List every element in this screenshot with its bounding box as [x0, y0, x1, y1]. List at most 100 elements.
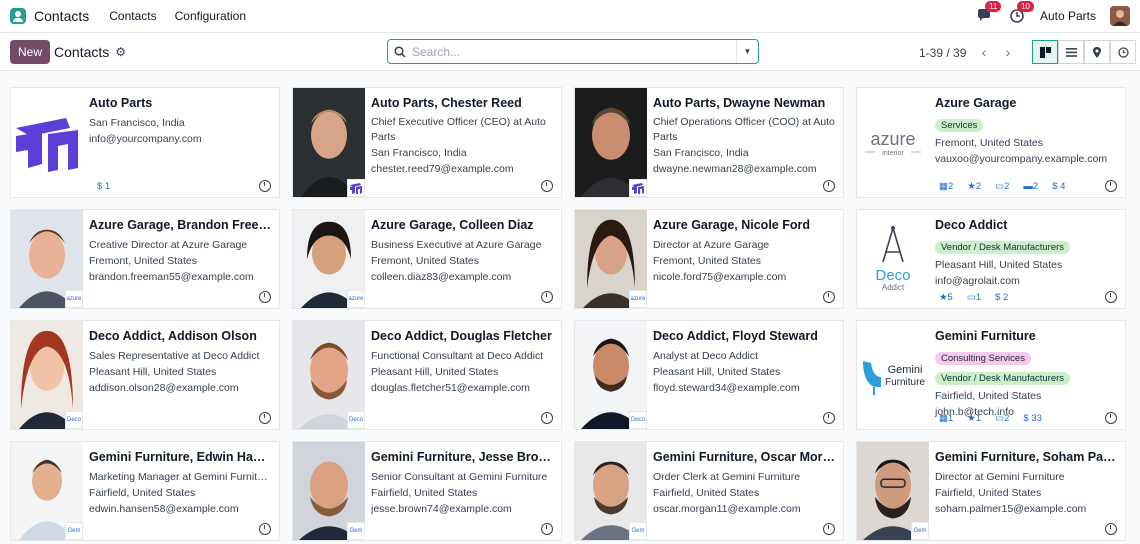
activity-clock-icon[interactable]: [823, 180, 835, 192]
menu-configuration[interactable]: Configuration: [175, 9, 246, 23]
card-location: Fairfield, United States: [653, 487, 760, 499]
invoices-stat[interactable]: ▭1: [967, 292, 981, 303]
invoices-stat[interactable]: ▭2: [995, 181, 1009, 192]
sales-stat[interactable]: $ 33: [1023, 413, 1042, 424]
gemini-logo-sub: Furniture: [885, 377, 925, 388]
app-title[interactable]: Contacts: [34, 8, 89, 24]
card-stats: ▦2 ★2 ▭2 ▬2 $ 4: [939, 181, 1117, 192]
activity-clock-icon[interactable]: [259, 291, 271, 303]
contact-card[interactable]: Gem Gemini Furniture, Edwin Hansen Marke…: [10, 441, 280, 541]
pager-previous-button[interactable]: ‹: [973, 42, 995, 62]
search-bar: ▼: [387, 39, 759, 64]
card-email: soham.palmer15@example.com: [935, 503, 1087, 515]
map-view-button[interactable]: [1084, 40, 1110, 64]
user-avatar[interactable]: [1110, 6, 1130, 26]
activity-clock-icon[interactable]: [1105, 291, 1117, 303]
contact-photo: [575, 88, 647, 197]
company-logo: Deco Addict: [857, 210, 929, 308]
messages-button[interactable]: 11: [976, 1, 1002, 25]
contact-card[interactable]: Auto Parts San Francisco, India info@you…: [10, 87, 280, 198]
contact-card[interactable]: Gem Gemini Furniture, Soham Palmer Direc…: [856, 441, 1126, 541]
company-badge-logo: [629, 179, 647, 197]
pager-value[interactable]: 1-39 / 39: [919, 46, 966, 60]
activity-clock-icon[interactable]: [541, 180, 553, 192]
card-email: info@yourcompany.com: [89, 133, 202, 145]
contact-card[interactable]: Auto Parts, Chester Reed Chief Executive…: [292, 87, 562, 198]
card-location: Pleasant Hill, United States: [935, 259, 1063, 271]
contact-card[interactable]: Gemini Furniture Gemini Furniture Consul…: [856, 320, 1126, 430]
contact-card[interactable]: Deco Deco Addict, Addison Olson Sales Re…: [10, 320, 280, 430]
contact-card[interactable]: azure Azure Garage, Nicole Ford Director…: [574, 209, 844, 309]
card-title: Azure Garage, Nicole Ford: [653, 218, 810, 232]
contact-card[interactable]: Deco Deco Addict, Douglas Fletcher Funct…: [292, 320, 562, 430]
contact-photo: Deco: [11, 321, 83, 429]
star-icon: ★: [967, 181, 976, 192]
invoices-stat[interactable]: ▭2: [995, 413, 1009, 424]
list-view-button[interactable]: [1058, 40, 1084, 64]
activities-count-badge: 10: [1016, 1, 1034, 12]
contact-photo: azure: [293, 210, 365, 308]
contact-card[interactable]: Auto Parts, Dwayne Newman Chief Operatio…: [574, 87, 844, 198]
card-location: Fairfield, United States: [935, 487, 1042, 499]
company-badge-logo: Deco: [65, 411, 83, 429]
opportunities-stat[interactable]: ★5: [939, 292, 953, 303]
gear-icon[interactable]: ⚙: [115, 45, 126, 59]
search-input[interactable]: [412, 44, 736, 59]
contact-card[interactable]: Deco Addict Deco Addict Vendor / Desk Ma…: [856, 209, 1126, 309]
activity-clock-icon[interactable]: [823, 523, 835, 535]
tasks-stat[interactable]: ▬2: [1023, 181, 1038, 192]
contact-card[interactable]: azure Azure Garage, Colleen Diaz Busines…: [292, 209, 562, 309]
activity-clock-icon[interactable]: [259, 412, 271, 424]
card-title: Gemini Furniture, Jesse Brown: [371, 450, 553, 464]
activity-clock-icon[interactable]: [259, 523, 271, 535]
card-title: Gemini Furniture, Edwin Hansen: [89, 450, 271, 464]
activity-clock-icon[interactable]: [541, 291, 553, 303]
activity-clock-icon[interactable]: [541, 412, 553, 424]
company-switcher[interactable]: Auto Parts: [1040, 9, 1096, 23]
card-location: San Francisco, India: [653, 147, 749, 159]
activity-view-button[interactable]: [1110, 40, 1136, 64]
kanban-view-button[interactable]: [1032, 40, 1058, 64]
activity-clock-icon[interactable]: [1105, 523, 1117, 535]
contact-card[interactable]: Deco Deco Addict, Floyd Steward Analyst …: [574, 320, 844, 430]
company-badge-logo: azure: [629, 290, 647, 308]
activity-clock-icon[interactable]: [823, 291, 835, 303]
company-badge-logo: Gem: [911, 522, 929, 540]
opportunities-stat[interactable]: ★1: [967, 413, 981, 424]
meetings-stat[interactable]: ▦1: [939, 413, 953, 424]
card-location: Fremont, United States: [653, 255, 761, 267]
kanban-grid: Auto Parts San Francisco, India info@you…: [10, 87, 1132, 541]
contact-card[interactable]: Gem Gemini Furniture, Jesse Brown Senior…: [292, 441, 562, 541]
card-location: Pleasant Hill, United States: [653, 366, 781, 378]
activity-clock-icon[interactable]: [823, 412, 835, 424]
card-title: Auto Parts: [89, 96, 153, 110]
card-email: dwayne.newman28@example.com: [653, 163, 817, 175]
gemini-logo-word: Gemini: [888, 364, 923, 376]
activity-clock-icon[interactable]: [541, 523, 553, 535]
sales-stat[interactable]: $ 4: [1052, 181, 1065, 192]
contact-card[interactable]: Gem Gemini Furniture, Oscar Morgan Order…: [574, 441, 844, 541]
contact-card[interactable]: azure interior Azure Garage Services Fre…: [856, 87, 1126, 198]
pager-next-button[interactable]: ›: [997, 42, 1019, 62]
menu-contacts[interactable]: Contacts: [109, 9, 156, 23]
contact-card[interactable]: azure Azure Garage, Brandon Freeman Crea…: [10, 209, 280, 309]
new-button[interactable]: New: [10, 39, 51, 64]
search-options-toggle[interactable]: ▼: [736, 40, 758, 63]
calendar-icon: ▦: [939, 413, 948, 424]
card-location: Pleasant Hill, United States: [371, 366, 499, 378]
meetings-stat[interactable]: ▦2: [939, 181, 953, 192]
activities-button[interactable]: 10: [1008, 1, 1034, 25]
contacts-app-icon[interactable]: [10, 8, 26, 24]
deco-logo-sub: Addict: [882, 283, 905, 292]
activity-clock-icon[interactable]: [259, 180, 271, 192]
card-email: nicole.ford75@example.com: [653, 271, 787, 283]
contact-photo: Gem: [575, 442, 647, 540]
sales-stat[interactable]: $ 2: [995, 292, 1008, 303]
sales-stat[interactable]: $ 1: [97, 181, 110, 192]
activity-clock-icon[interactable]: [1105, 180, 1117, 192]
card-email: vauxoo@yourcompany.example.com: [935, 153, 1108, 165]
page-title: Contacts: [54, 43, 110, 60]
opportunities-stat[interactable]: ★2: [967, 181, 981, 192]
activity-clock-icon[interactable]: [1105, 412, 1117, 424]
card-job-title: Functional Consultant at Deco Addict: [371, 350, 544, 362]
